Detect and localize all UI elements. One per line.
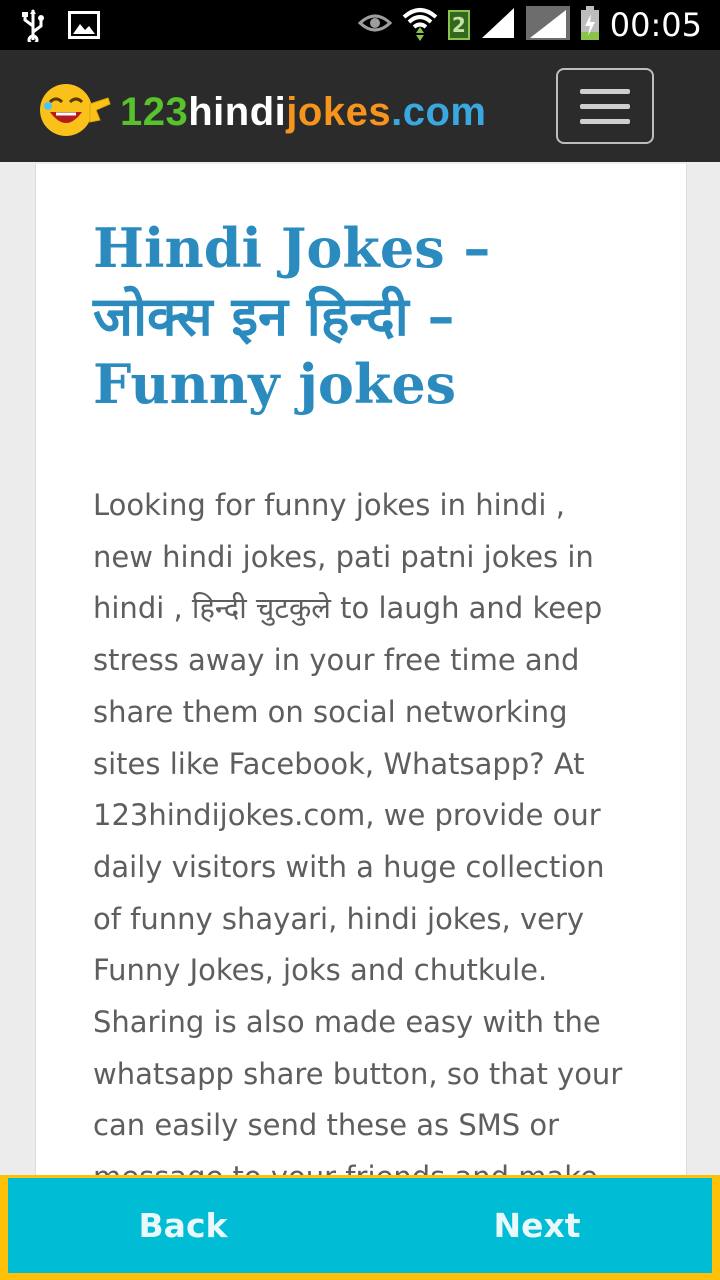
intro-line: whatsapp share button, so that your xyxy=(93,1056,623,1091)
signal-icon-2 xyxy=(525,6,570,44)
wifi-icon xyxy=(402,5,438,45)
bottom-nav-bar: Back Next xyxy=(8,1178,712,1273)
status-time: 00:05 xyxy=(609,6,702,44)
intro-line: sites like Facebook, Whatsapp? At xyxy=(93,746,585,781)
back-button[interactable]: Back xyxy=(108,1178,258,1273)
next-button[interactable]: Next xyxy=(462,1178,612,1273)
status-bar: 2 00:05 xyxy=(0,0,720,50)
hamburger-menu-icon-bar xyxy=(580,103,630,109)
intro-line: 123hindijokes.com, we provide our xyxy=(93,798,601,833)
content-card: Hindi Jokes – जोक्स इन हिन्दी – Funny jo… xyxy=(35,164,687,1180)
hamburger-menu-icon-bar xyxy=(580,118,630,124)
site-header: 123hindijokes.com xyxy=(0,50,720,162)
hamburger-menu-button[interactable] xyxy=(556,68,654,144)
intro-line: daily visitors with a huge collection xyxy=(93,849,605,884)
intro-line: hindi , हिन्दी चुटकुले to laugh and keep xyxy=(93,591,603,626)
bottom-nav: Back Next xyxy=(0,1175,720,1280)
usb-icon xyxy=(20,8,46,46)
logo-part-hindi: hindi xyxy=(188,89,287,134)
logo-part-num: 123 xyxy=(120,89,189,134)
intro-paragraph: Looking for funny jokes in hindi , new h… xyxy=(93,480,653,1180)
logo-part-jokes: jokes xyxy=(286,89,392,134)
intro-line: of funny shayari, hindi jokes, very xyxy=(93,901,585,936)
page-title-line: Funny jokes xyxy=(93,352,457,416)
logo-part-com: .com xyxy=(391,89,487,134)
intro-line: share them on social networking xyxy=(93,694,568,729)
intro-line: can easily send these as SMS or xyxy=(93,1108,560,1143)
intro-line: Sharing is also made easy with the xyxy=(93,1005,601,1040)
image-icon xyxy=(68,11,100,43)
page-title-line: जोक्स इन हिन्दी – xyxy=(93,284,455,348)
logo-text: 123hindijokes.com xyxy=(120,90,486,135)
intro-line: new hindi jokes, pati patni jokes in xyxy=(93,539,594,574)
intro-line: stress away in your free time and xyxy=(93,643,580,678)
intro-line: Funny Jokes, joks and chutkule. xyxy=(93,953,548,988)
page-title: Hindi Jokes – जोक्स इन हिन्दी – Funny jo… xyxy=(93,214,653,418)
eye-icon xyxy=(357,11,392,39)
hamburger-menu-icon xyxy=(580,88,630,94)
intro-line: Looking for funny jokes in hindi , xyxy=(93,488,565,522)
page-title-line: Hindi Jokes – xyxy=(93,216,491,280)
signal-icon xyxy=(480,6,516,44)
laughing-face-icon xyxy=(36,80,114,144)
battery-charging-icon xyxy=(580,6,600,44)
site-logo[interactable]: 123hindijokes.com xyxy=(36,80,486,144)
data-badge: 2 xyxy=(447,10,470,40)
